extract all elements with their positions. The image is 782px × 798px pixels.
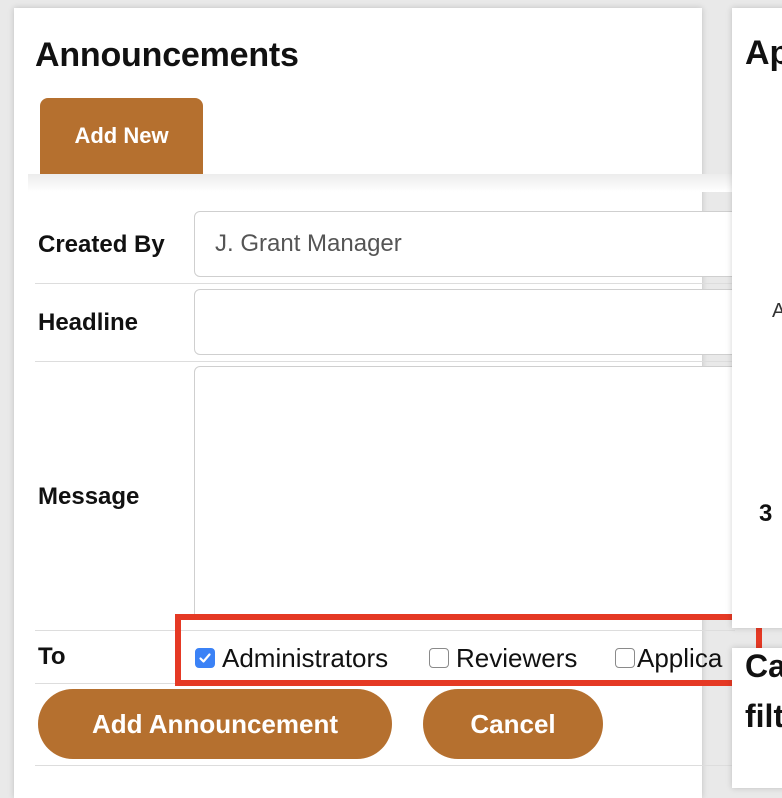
- right-panel-bottom-heading: Ca: [745, 648, 782, 684]
- row-divider: [35, 765, 735, 766]
- row-divider: [35, 361, 735, 362]
- tab-add-new[interactable]: Add New: [40, 98, 203, 174]
- tab-bar-divider: [28, 174, 782, 192]
- right-panel-title: Ap: [745, 34, 782, 72]
- highlight-box: [175, 614, 762, 686]
- right-panel-number: 3: [759, 500, 773, 527]
- add-announcement-button[interactable]: Add Announcement: [38, 689, 392, 759]
- right-panel-text: A: [772, 300, 782, 322]
- right-panel-bottom: Ca filt: [732, 648, 782, 788]
- cancel-button[interactable]: Cancel: [423, 689, 603, 759]
- to-label: To: [38, 643, 66, 670]
- message-field[interactable]: [194, 366, 753, 620]
- headline-label: Headline: [38, 309, 139, 336]
- headline-field[interactable]: [194, 289, 754, 355]
- right-panel: Ap A 3: [732, 8, 782, 628]
- page-title: Announcements: [35, 36, 299, 74]
- message-label: Message: [38, 483, 140, 510]
- created-by-label: Created By: [38, 231, 165, 258]
- row-divider: [35, 283, 735, 284]
- right-panel-bottom-subheading: filt: [745, 698, 782, 734]
- created-by-field[interactable]: [194, 211, 754, 277]
